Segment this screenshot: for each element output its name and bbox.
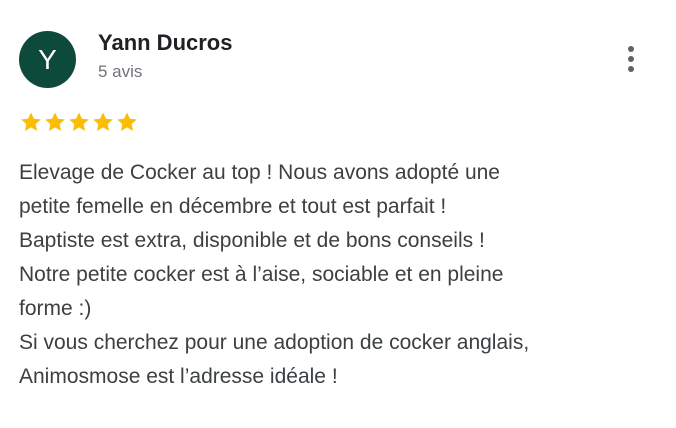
more-options-button[interactable]	[616, 40, 646, 78]
author-review-count: 5 avis	[98, 62, 143, 81]
more-vert-icon	[628, 46, 634, 72]
review-text: Elevage de Cocker au top ! Nous avons ad…	[19, 161, 530, 388]
star-icon	[91, 110, 115, 134]
star-icon	[43, 110, 67, 134]
avatar-initial: Y	[38, 43, 57, 75]
author-name[interactable]: Yann Ducros	[98, 30, 232, 56]
star-rating	[19, 110, 139, 134]
star-icon	[19, 110, 43, 134]
avatar[interactable]: Y	[19, 31, 76, 88]
review-card: Y Yann Ducros 5 avis Elevage de Cocker a…	[0, 0, 676, 428]
star-icon	[115, 110, 139, 134]
star-icon	[67, 110, 91, 134]
